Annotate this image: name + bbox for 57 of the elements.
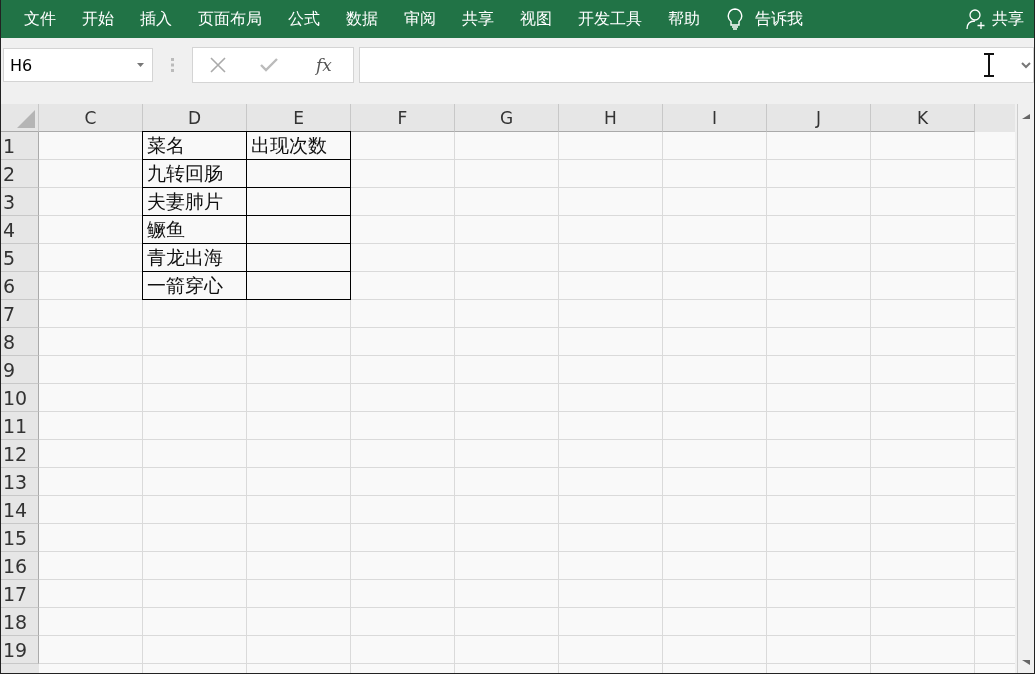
- text-cursor-icon: [983, 53, 995, 77]
- menu-tab[interactable]: 帮助: [655, 0, 713, 38]
- menu-tab[interactable]: 审阅: [391, 0, 449, 38]
- share-button[interactable]: 共享: [953, 0, 1034, 38]
- row-header[interactable]: 1: [1, 132, 39, 160]
- tell-me-button[interactable]: 告诉我: [713, 0, 816, 38]
- row-header[interactable]: 16: [1, 552, 39, 580]
- row-header[interactable]: 19: [1, 636, 39, 664]
- column-header[interactable]: C: [39, 104, 143, 132]
- drag-handle-icon: [171, 58, 174, 72]
- insert-function-button[interactable]: fx: [312, 55, 336, 75]
- column-header[interactable]: I: [663, 104, 767, 132]
- menu-tab[interactable]: 共享: [449, 0, 507, 38]
- row-header[interactable]: 18: [1, 608, 39, 636]
- row-header[interactable]: 6: [1, 272, 39, 300]
- row-header[interactable]: 3: [1, 188, 39, 216]
- row-header[interactable]: 12: [1, 440, 39, 468]
- column-header[interactable]: F: [351, 104, 455, 132]
- row-header[interactable]: 4: [1, 216, 39, 244]
- lightbulb-icon: [727, 8, 743, 30]
- menu-tab[interactable]: 开发工具: [565, 0, 655, 38]
- formula-input[interactable]: [359, 47, 1034, 83]
- row-header[interactable]: 13: [1, 468, 39, 496]
- menu-tab[interactable]: 页面布局: [185, 0, 275, 38]
- column-header[interactable]: J: [767, 104, 871, 132]
- select-all-button[interactable]: [1, 104, 39, 132]
- menu-tab[interactable]: 数据: [333, 0, 391, 38]
- menu-tab[interactable]: 视图: [507, 0, 565, 38]
- name-box[interactable]: H6: [3, 48, 153, 82]
- menu-tab[interactable]: 插入: [127, 0, 185, 38]
- scroll-up-icon[interactable]: [1022, 114, 1030, 119]
- row-header[interactable]: 7: [1, 300, 39, 328]
- row-header[interactable]: 11: [1, 412, 39, 440]
- row-header[interactable]: 15: [1, 524, 39, 552]
- column-header[interactable]: G: [455, 104, 559, 132]
- select-all-triangle-icon[interactable]: [17, 110, 35, 128]
- table-cell: 出现次数: [246, 131, 351, 160]
- menu-tab[interactable]: 公式: [275, 0, 333, 38]
- row-header[interactable]: 10: [1, 384, 39, 412]
- check-icon[interactable]: [260, 58, 279, 72]
- column-header[interactable]: H: [559, 104, 663, 132]
- row-header[interactable]: 14: [1, 496, 39, 524]
- row-header[interactable]: 9: [1, 356, 39, 384]
- scroll-down-icon[interactable]: [1022, 660, 1030, 665]
- table-cell: 菜名: [142, 131, 247, 160]
- table-cell: 一箭穿心: [142, 271, 247, 300]
- row-header[interactable]: 17: [1, 580, 39, 608]
- row-header[interactable]: 5: [1, 244, 39, 272]
- menu-tab[interactable]: 文件: [11, 0, 69, 38]
- add-person-icon: [966, 8, 986, 30]
- row-header[interactable]: 2: [1, 160, 39, 188]
- row-header[interactable]: 8: [1, 328, 39, 356]
- menu-tab[interactable]: 开始: [69, 0, 127, 38]
- cancel-icon[interactable]: [210, 57, 226, 73]
- column-header[interactable]: K: [871, 104, 975, 132]
- caret-icon: [137, 63, 144, 67]
- expand-chevron-icon[interactable]: [1021, 61, 1031, 69]
